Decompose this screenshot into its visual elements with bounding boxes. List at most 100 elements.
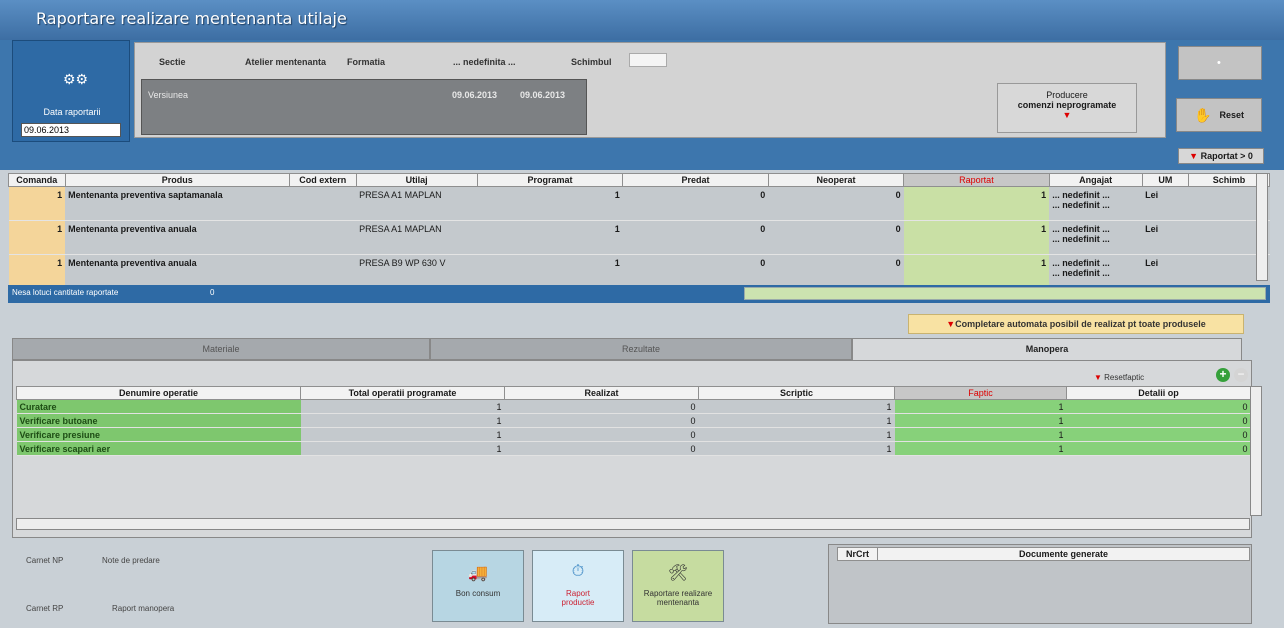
operations-scrollbar-vertical[interactable]	[1250, 386, 1262, 516]
cell-produs[interactable]: Mentenanta preventiva saptamanala	[65, 186, 290, 221]
cell-programat[interactable]: 1	[477, 186, 623, 221]
cell-comanda[interactable]: 1	[8, 254, 66, 289]
table-row[interactable]: Verificare butoane 1 0 1 1 0	[16, 413, 1251, 428]
cell-comanda[interactable]: 1	[8, 220, 66, 255]
cell-realizat[interactable]: 0	[504, 399, 699, 414]
cell-angajat[interactable]: ... nedefinit ...... nedefinit ...	[1049, 254, 1143, 289]
plus-icon[interactable]: +	[1216, 368, 1230, 382]
col-angajat[interactable]: Angajat	[1048, 173, 1143, 187]
cell-scriptic[interactable]: 1	[698, 427, 895, 442]
cell-predat[interactable]: 0	[622, 220, 769, 255]
table-row[interactable]: Verificare presiune 1 0 1 1 0	[16, 427, 1251, 442]
col-denumire[interactable]: Denumire operatie	[16, 386, 301, 400]
table-row[interactable]: 1 Mentenanta preventiva anuala PRESA A1 …	[8, 220, 1270, 255]
cell-angajat[interactable]: ... nedefinit ...... nedefinit ...	[1049, 220, 1143, 255]
raport-productie-button[interactable]: ⏱ Raport productie	[532, 550, 624, 622]
cell-angajat[interactable]: ... nedefinit ...... nedefinit ...	[1049, 186, 1143, 221]
cell-programat[interactable]: 1	[477, 254, 623, 289]
cell-total[interactable]: 1	[300, 427, 505, 442]
period-selector[interactable]: Versiunea 09.06.2013 09.06.2013	[141, 79, 587, 135]
cell-utilaj[interactable]: PRESA A1 MAPLAN	[356, 186, 478, 221]
cell-utilaj[interactable]: PRESA A1 MAPLAN	[356, 220, 478, 255]
col-utilaj[interactable]: Utilaj	[355, 173, 478, 187]
products-scrollbar[interactable]	[1256, 173, 1268, 281]
col-um[interactable]: UM	[1141, 173, 1190, 187]
cell-denumire[interactable]: Verificare butoane	[16, 413, 301, 428]
top-right-button[interactable]: •	[1178, 46, 1262, 80]
cell-total[interactable]: 1	[300, 413, 505, 428]
gear-icon[interactable]: ⚙⚙	[63, 71, 88, 88]
cell-neoperat[interactable]: 0	[768, 186, 904, 221]
cell-realizat[interactable]: 0	[504, 427, 699, 442]
cell-denumire[interactable]: Verificare presiune	[16, 427, 301, 442]
col-predat[interactable]: Predat	[622, 173, 769, 187]
cell-predat[interactable]: 0	[622, 254, 769, 289]
cell-raportat[interactable]: 1	[903, 254, 1050, 289]
col-comanda[interactable]: Comanda	[8, 173, 66, 187]
col-produs[interactable]: Produs	[64, 173, 290, 187]
cell-utilaj[interactable]: PRESA B9 WP 630 V	[356, 254, 478, 289]
tab-rezultate[interactable]: Rezultate	[430, 338, 852, 360]
sectie-value[interactable]: Atelier mentenanta	[245, 57, 326, 67]
auto-fill-button[interactable]: ▼Completare automata posibil de realizat…	[908, 314, 1244, 334]
raport-manopera-link[interactable]: Raport manopera	[112, 604, 174, 613]
cell-scriptic[interactable]: 1	[698, 413, 895, 428]
col-faptic[interactable]: Faptic	[894, 386, 1067, 400]
minus-icon[interactable]: −	[1234, 368, 1248, 382]
cell-faptic[interactable]: 1	[894, 399, 1067, 414]
cell-cod-extern[interactable]	[289, 186, 357, 221]
cell-detalii[interactable]: 0	[1066, 441, 1251, 456]
col-detalii[interactable]: Detalii op	[1066, 386, 1251, 400]
cell-faptic[interactable]: 1	[894, 427, 1067, 442]
note-predare-link[interactable]: Note de predare	[102, 556, 160, 565]
col-nrcrt[interactable]: NrCrt	[837, 547, 878, 561]
table-row[interactable]: Verificare scapari aer 1 0 1 1 0	[16, 441, 1251, 456]
raportare-realizare-button[interactable]: 🛠 Raportare realizare mentenanta	[632, 550, 724, 622]
cell-neoperat[interactable]: 0	[768, 254, 904, 289]
tab-materiale[interactable]: Materiale	[12, 338, 430, 360]
cell-detalii[interactable]: 0	[1066, 413, 1251, 428]
cell-um[interactable]: Lei	[1142, 186, 1189, 221]
cell-produs[interactable]: Mentenanta preventiva anuala	[65, 220, 290, 255]
tab-manopera[interactable]: Manopera	[852, 338, 1242, 360]
col-programat[interactable]: Programat	[476, 173, 624, 187]
cell-realizat[interactable]: 0	[504, 413, 699, 428]
formatie-value[interactable]: ... nedefinita ...	[453, 57, 516, 67]
raportat-filter-button[interactable]: ▼ Raportat > 0	[1178, 148, 1264, 164]
cell-raportat[interactable]: 1	[903, 220, 1050, 255]
col-realizat[interactable]: Realizat	[504, 386, 699, 400]
col-neoperat[interactable]: Neoperat	[767, 173, 905, 187]
cell-produs[interactable]: Mentenanta preventiva anuala	[65, 254, 290, 289]
cell-um[interactable]: Lei	[1142, 220, 1189, 255]
cell-neoperat[interactable]: 0	[768, 220, 904, 255]
cell-total[interactable]: 1	[300, 441, 505, 456]
col-cod-extern[interactable]: Cod extern	[288, 173, 357, 187]
cell-faptic[interactable]: 1	[894, 413, 1067, 428]
cell-predat[interactable]: 0	[622, 186, 769, 221]
cell-detalii[interactable]: 0	[1066, 427, 1251, 442]
col-documente[interactable]: Documente generate	[877, 547, 1250, 561]
cell-cod-extern[interactable]	[289, 220, 357, 255]
bon-consum-button[interactable]: 🚚 Bon consum	[432, 550, 524, 622]
cell-programat[interactable]: 1	[477, 220, 623, 255]
table-row[interactable]: 1 Mentenanta preventiva anuala PRESA B9 …	[8, 254, 1270, 289]
cell-comanda[interactable]: 1	[8, 186, 66, 221]
cell-scriptic[interactable]: 1	[698, 399, 895, 414]
cell-denumire[interactable]: Verificare scapari aer	[16, 441, 301, 456]
cell-scriptic[interactable]: 1	[698, 441, 895, 456]
date-input[interactable]	[21, 123, 121, 137]
operations-scrollbar-horizontal[interactable]	[16, 518, 1250, 530]
produce-button[interactable]: Producere comenzi neprogramate ▼	[997, 83, 1137, 133]
cell-denumire[interactable]: Curatare	[16, 399, 301, 414]
cell-um[interactable]: Lei	[1142, 254, 1189, 289]
cell-cod-extern[interactable]	[289, 254, 357, 289]
cell-detalii[interactable]: 0	[1066, 399, 1251, 414]
reset-button[interactable]: ✋ Reset	[1176, 98, 1262, 132]
cell-faptic[interactable]: 1	[894, 441, 1067, 456]
col-total[interactable]: Total operatii programate	[300, 386, 505, 400]
cell-total[interactable]: 1	[300, 399, 505, 414]
cell-raportat[interactable]: 1	[903, 186, 1050, 221]
col-scriptic[interactable]: Scriptic	[698, 386, 895, 400]
reset-faptic-button[interactable]: ▼ Resetfaptic	[1094, 373, 1144, 382]
cell-realizat[interactable]: 0	[504, 441, 699, 456]
